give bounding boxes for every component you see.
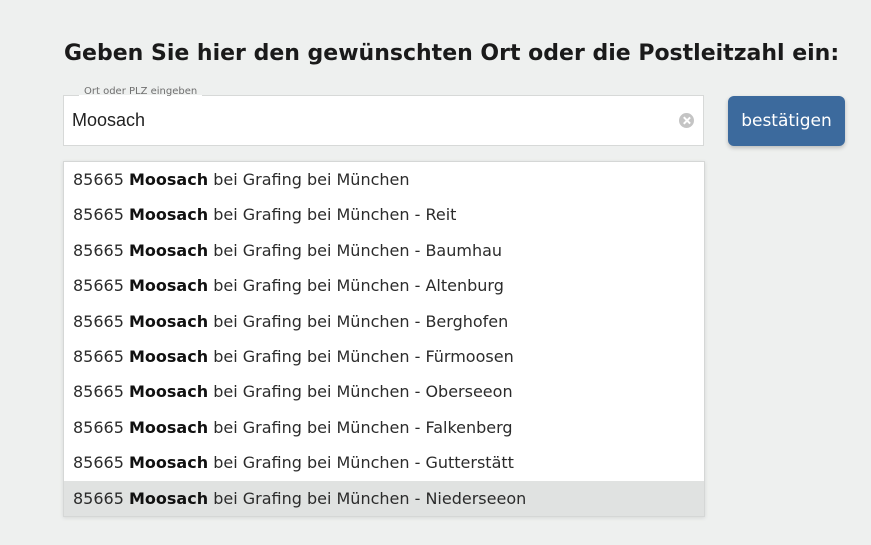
suggestion-item[interactable]: 85665 Moosach bei Grafing bei München - … [64, 339, 704, 374]
location-search-field[interactable] [63, 95, 704, 146]
suggestion-postcode: 85665 [73, 417, 124, 437]
suggestion-postcode: 85665 [73, 205, 124, 225]
suggestion-postcode: 85665 [73, 240, 124, 260]
search-field-legend: Ort oder PLZ eingeben [79, 85, 203, 98]
suggestion-match: Moosach [129, 417, 209, 437]
suggestion-item[interactable]: 85665 Moosach bei Grafing bei München - … [64, 410, 704, 445]
suggestion-postcode: 85665 [73, 311, 124, 331]
suggestion-place: bei Grafing bei München - Niederseeon [208, 488, 527, 508]
suggestion-item[interactable]: 85665 Moosach bei Grafing bei München [64, 162, 704, 197]
page-heading: Geben Sie hier den gewünschten Ort oder … [64, 41, 840, 66]
suggestion-postcode: 85665 [73, 276, 124, 296]
suggestion-item[interactable]: 85665 Moosach bei Grafing bei München - … [64, 374, 704, 409]
suggestion-item[interactable]: 85665 Moosach bei Grafing bei München - … [64, 304, 704, 339]
suggestion-match: Moosach [129, 170, 209, 189]
suggestion-place: bei Grafing bei München - Gutterstätt [208, 453, 514, 473]
suggestion-list: 85665 Moosach bei Grafing bei München 856… [63, 161, 705, 517]
suggestion-match: Moosach [129, 382, 209, 402]
suggestion-postcode: 85665 [73, 170, 124, 189]
suggestion-item[interactable]: 85665 Moosach bei Grafing bei München - … [64, 233, 704, 268]
suggestion-place: bei Grafing bei München - Oberseeon [208, 382, 513, 402]
suggestion-place: bei Grafing bei München - Falkenberg [208, 417, 513, 437]
suggestion-item[interactable]: 85665 Moosach bei Grafing bei München - … [64, 445, 704, 480]
suggestion-place: bei Grafing bei München - Fürmoosen [208, 346, 514, 366]
suggestion-postcode: 85665 [73, 453, 124, 473]
suggestion-place: bei Grafing bei München - Altenburg [208, 276, 504, 296]
location-search-input[interactable] [72, 96, 672, 145]
confirm-button[interactable]: bestätigen [728, 96, 845, 146]
suggestion-match: Moosach [129, 205, 209, 225]
suggestion-place: bei Grafing bei München [208, 170, 410, 189]
suggestion-item[interactable]: 85665 Moosach bei Grafing bei München - … [64, 197, 704, 232]
suggestion-match: Moosach [129, 346, 209, 366]
clear-icon[interactable] [679, 113, 694, 128]
suggestion-match: Moosach [129, 488, 209, 508]
suggestion-postcode: 85665 [73, 488, 124, 508]
suggestion-place: bei Grafing bei München - Baumhau [208, 240, 503, 260]
suggestion-item[interactable]: 85665 Moosach bei Grafing bei München - … [64, 268, 704, 303]
suggestion-match: Moosach [129, 311, 209, 331]
suggestion-postcode: 85665 [73, 382, 124, 402]
suggestion-item[interactable]: 85665 Moosach bei Grafing bei München - … [64, 480, 704, 516]
suggestion-place: bei Grafing bei München - Berghofen [208, 311, 509, 331]
suggestion-match: Moosach [129, 240, 209, 260]
suggestion-place: bei Grafing bei München - Reit [208, 205, 457, 225]
suggestion-match: Moosach [129, 276, 209, 296]
suggestion-match: Moosach [129, 453, 209, 473]
suggestion-postcode: 85665 [73, 346, 124, 366]
